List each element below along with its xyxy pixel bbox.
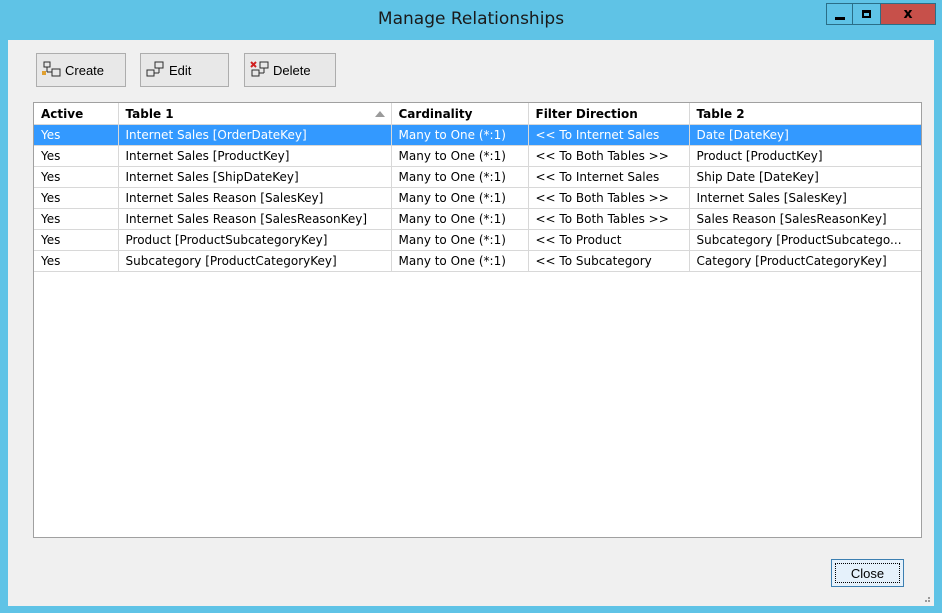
column-header-table2[interactable]: Table 2 [689,103,921,125]
sort-ascending-icon [374,111,385,117]
dialog-client-area: Create Edit Delete Active Table 1 Cardin… [8,40,934,606]
column-header-table1[interactable]: Table 1 [118,103,392,125]
title-bar[interactable]: Manage Relationships x [0,0,942,40]
cell-table1: Internet Sales Reason [SalesKey] [118,187,392,209]
cell-active: Yes [34,124,119,146]
relationships-table: Active Table 1 Cardinality Filter Direct… [34,103,921,272]
cell-table2: Product [ProductKey] [689,145,921,167]
column-header-active[interactable]: Active [34,103,119,125]
table-row[interactable]: Yes Internet Sales [ShipDateKey] Many to O… [34,166,921,188]
cell-cardinality: Many to One (*:1) [391,145,529,167]
maximize-button[interactable] [853,3,881,25]
edit-relationship-icon [146,61,166,79]
cell-filter-direction: << To Both Tables >> [528,145,690,167]
table-row[interactable]: Yes Internet Sales [ProductKey] Many to On… [34,145,921,167]
resize-grip-icon[interactable] [922,594,930,602]
minimize-icon [834,16,845,20]
cell-table1: Internet Sales [OrderDateKey] [118,124,392,146]
cell-table2: Internet Sales [SalesKey] [689,187,921,209]
cell-table2: Category [ProductCategoryKey] [689,250,921,272]
cell-cardinality: Many to One (*:1) [391,250,529,272]
cell-filter-direction: << To Internet Sales [528,166,690,188]
close-icon: x [903,6,913,22]
cell-active: Yes [34,208,119,230]
cell-table2: Sales Reason [SalesReasonKey] [689,208,921,230]
close-button[interactable]: Close [831,559,904,587]
column-header-cardinality[interactable]: Cardinality [391,103,529,125]
cell-table1: Internet Sales [ShipDateKey] [118,166,392,188]
cell-active: Yes [34,250,119,272]
cell-cardinality: Many to One (*:1) [391,166,529,188]
relationships-table-body: Yes Internet Sales [OrderDateKey] Many to … [34,124,921,272]
cell-table1: Internet Sales Reason [SalesReasonKey] [118,208,392,230]
cell-cardinality: Many to One (*:1) [391,187,529,209]
cell-filter-direction: << To Both Tables >> [528,187,690,209]
minimize-button[interactable] [826,3,853,25]
create-relationship-icon [42,61,62,79]
manage-relationships-dialog: Manage Relationships x Create Edit Delet… [0,0,942,613]
cell-active: Yes [34,166,119,188]
edit-button-label: Edit [169,62,192,78]
column-header-table1-label: Table 1 [125,106,174,121]
maximize-icon [862,10,871,18]
table-row[interactable]: Yes Subcategory [ProductCategoryKey] Many … [34,250,921,272]
relationships-grid[interactable]: Active Table 1 Cardinality Filter Direct… [33,102,922,538]
window-close-button[interactable]: x [881,3,936,25]
cell-cardinality: Many to One (*:1) [391,229,529,251]
delete-button[interactable]: Delete [244,53,336,87]
cell-table1: Subcategory [ProductCategoryKey] [118,250,392,272]
window-title: Manage Relationships [377,9,565,29]
focus-ring [835,563,900,583]
cell-cardinality: Many to One (*:1) [391,208,529,230]
cell-filter-direction: << To Both Tables >> [528,208,690,230]
cell-active: Yes [34,187,119,209]
cell-active: Yes [34,145,119,167]
header-row: Active Table 1 Cardinality Filter Direct… [34,103,921,125]
cell-table1: Product [ProductSubcategoryKey] [118,229,392,251]
delete-relationship-icon [250,61,270,79]
cell-filter-direction: << To Subcategory [528,250,690,272]
cell-table2: Date [DateKey] [689,124,921,146]
table-row[interactable]: Yes Internet Sales [OrderDateKey] Many to … [34,124,921,146]
create-button[interactable]: Create [36,53,126,87]
cell-filter-direction: << To Product [528,229,690,251]
cell-table1: Internet Sales [ProductKey] [118,145,392,167]
cell-filter-direction: << To Internet Sales [528,124,690,146]
cell-table2: Subcategory [ProductSubcatego... [689,229,921,251]
cell-active: Yes [34,229,119,251]
create-button-label: Create [65,62,105,78]
edit-button[interactable]: Edit [140,53,229,87]
table-row[interactable]: Yes Internet Sales Reason [SalesReasonKey… [34,208,921,230]
column-header-filter-direction[interactable]: Filter Direction [528,103,690,125]
table-row[interactable]: Yes Product [ProductSubcategoryKey] Many t… [34,229,921,251]
cell-table2: Ship Date [DateKey] [689,166,921,188]
delete-button-label: Delete [273,62,311,78]
cell-cardinality: Many to One (*:1) [391,124,529,146]
table-row[interactable]: Yes Internet Sales Reason [SalesKey] Many … [34,187,921,209]
